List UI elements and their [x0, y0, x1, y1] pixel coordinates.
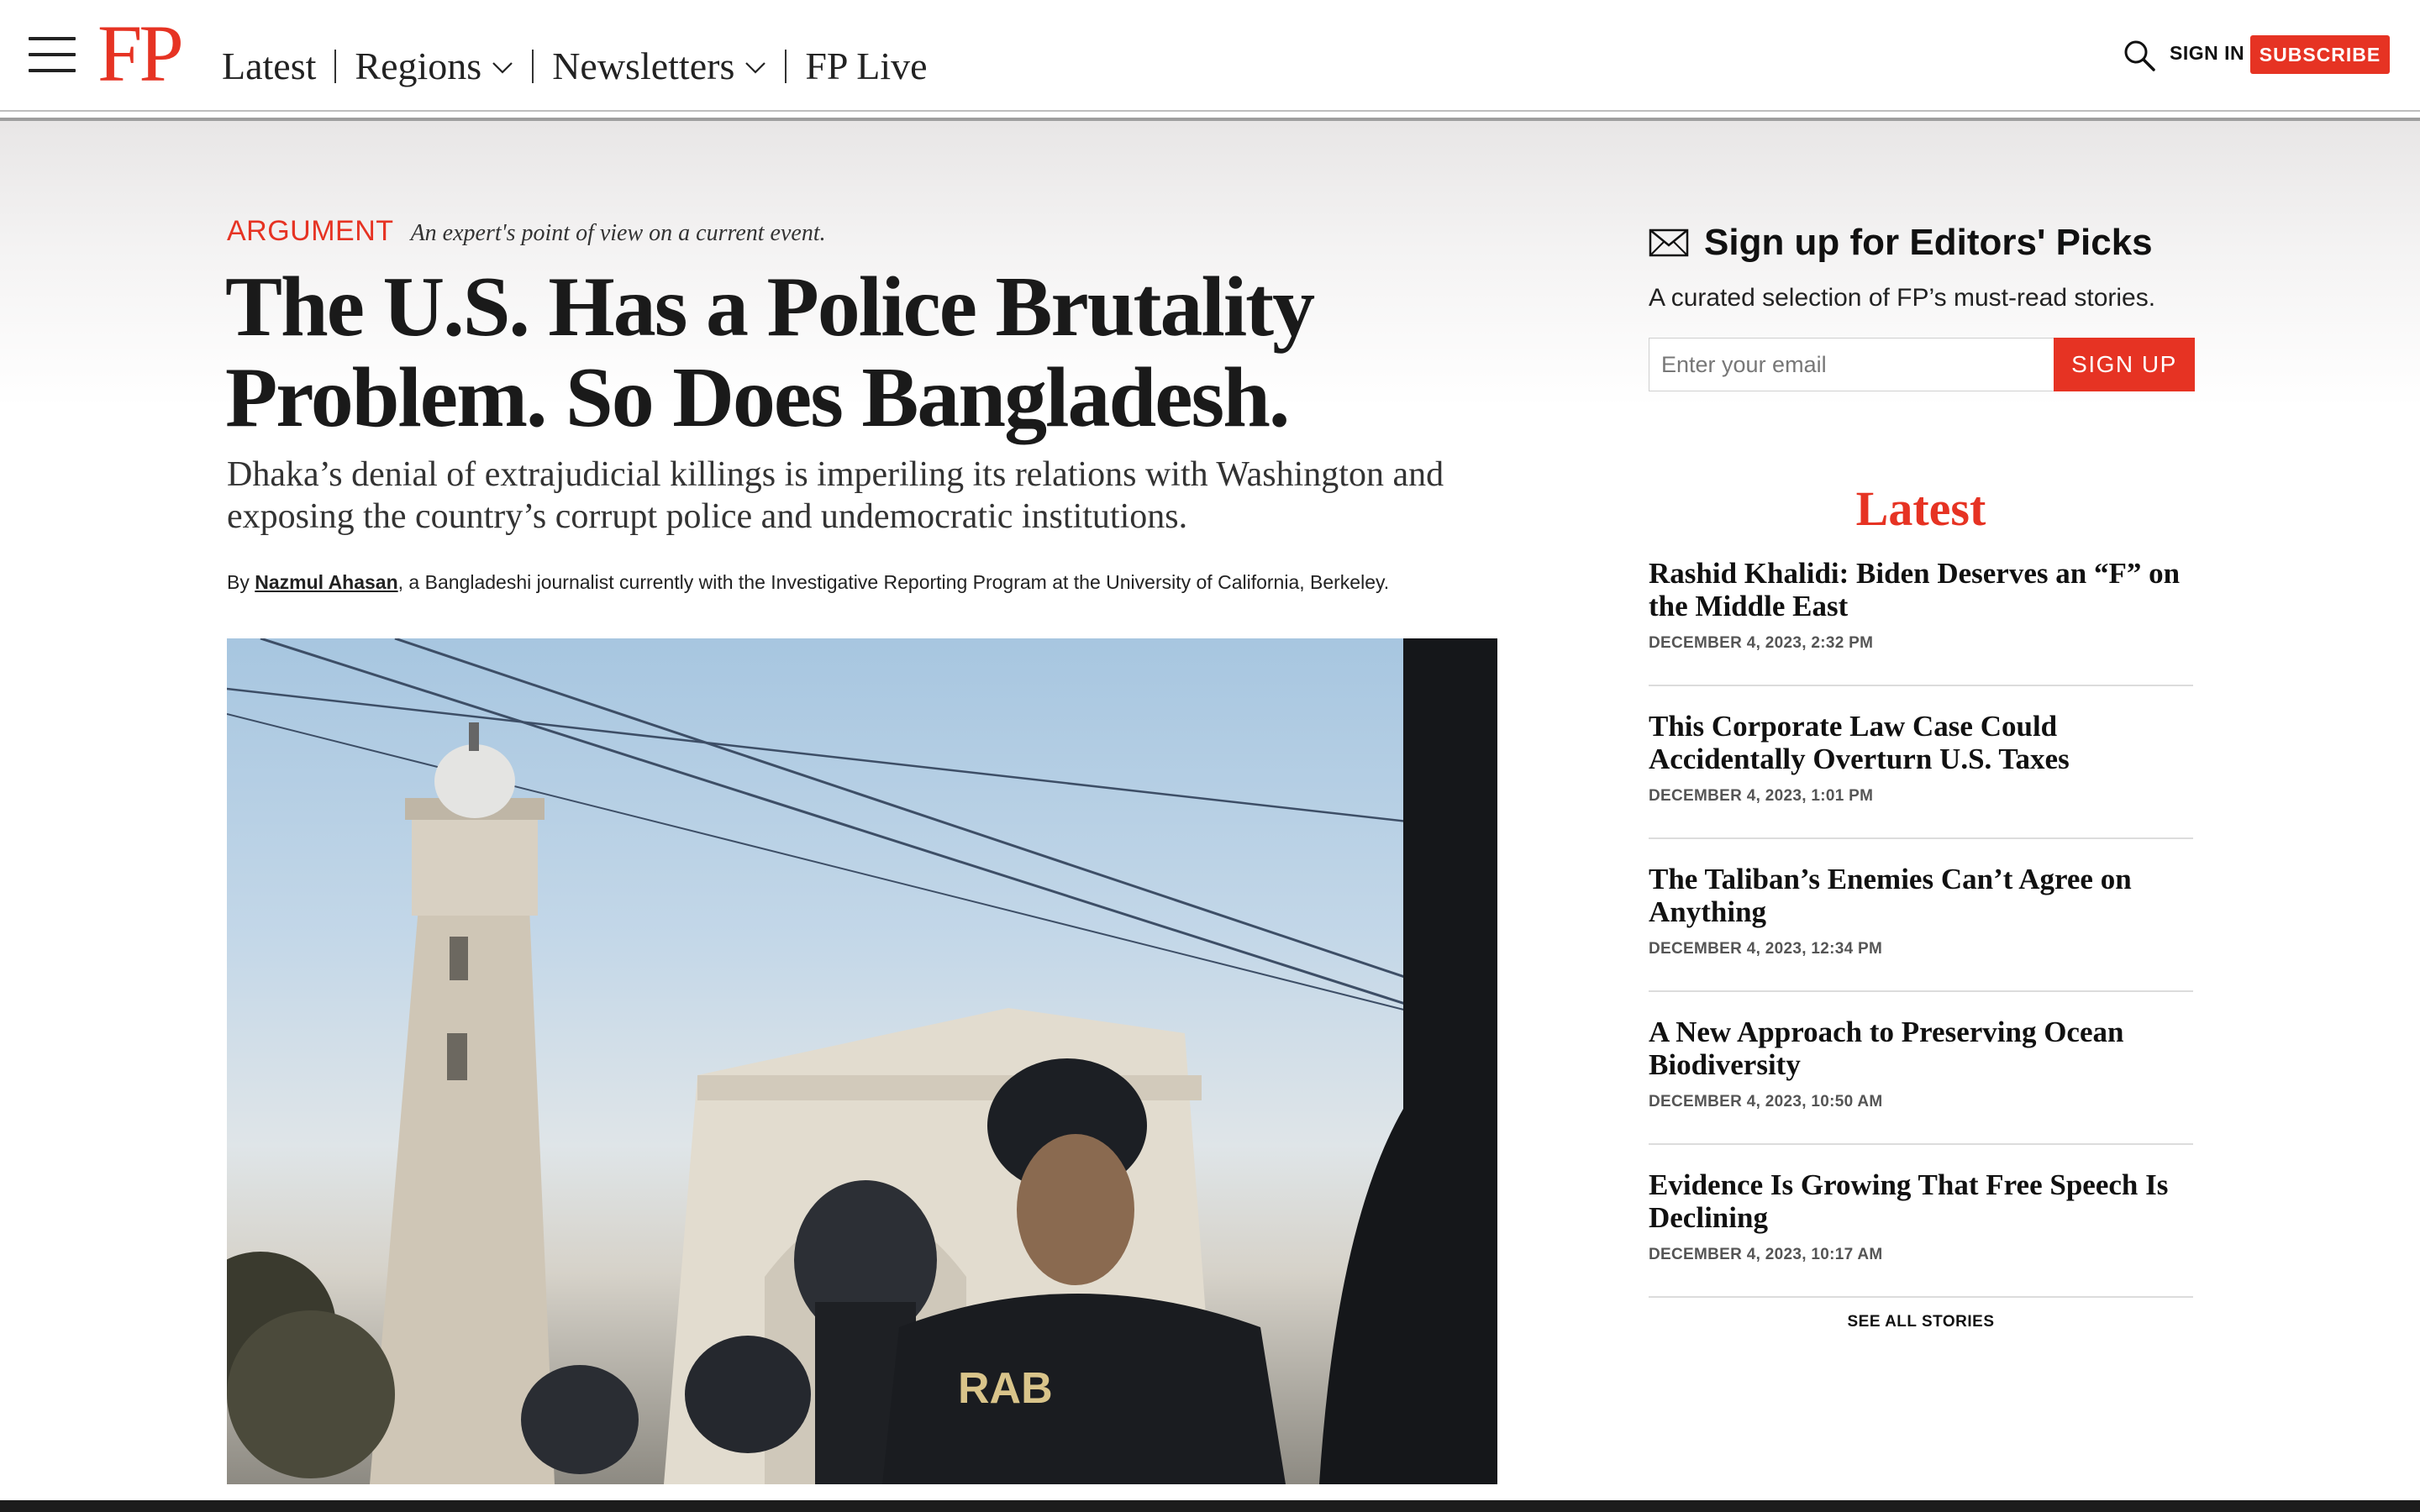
nav-divider [785, 49, 787, 83]
hero-image: RAB [227, 638, 1497, 1484]
article-kicker: ARGUMENT An expert's point of view on a … [227, 215, 826, 248]
story-date: DECEMBER 4, 2023, 10:50 AM [1649, 1093, 1883, 1110]
header-divider [0, 110, 2420, 112]
story-title-link[interactable]: This Corporate Law Case Could Accidental… [1649, 710, 2193, 775]
nav-item-newsletters[interactable]: Newsletters [552, 44, 766, 88]
kicker-label[interactable]: ARGUMENT [227, 215, 394, 248]
story-date: DECEMBER 4, 2023, 12:34 PM [1649, 940, 1883, 958]
rab-patch-text: RAB [958, 1364, 1053, 1413]
byline-bio: , a Bangladeshi journalist currently wit… [397, 571, 1390, 593]
nav-item-regions[interactable]: Regions [355, 44, 513, 88]
signup-title: Sign up for Editors' Picks [1704, 222, 2153, 263]
latest-stories: Latest Rashid Khalidi: Biden Deserves an… [1649, 480, 2193, 1331]
article-byline: By Nazmul Ahasan, a Bangladeshi journali… [227, 571, 1389, 594]
latest-list: Rashid Khalidi: Biden Deserves an “F” on… [1649, 557, 2193, 1298]
nav-divider [532, 49, 534, 83]
story-date: DECEMBER 4, 2023, 2:32 PM [1649, 634, 1874, 652]
chevron-down-icon [492, 61, 513, 74]
sign-up-button[interactable]: SIGN UP [2054, 338, 2195, 391]
nav-label: Newsletters [552, 45, 735, 87]
chevron-down-icon [745, 61, 766, 74]
site-header: FP Latest Regions Newsletters FP Live SI… [0, 0, 2420, 112]
email-field[interactable] [1649, 338, 2054, 391]
list-item: The Taliban’s Enemies Can’t Agree on Any… [1649, 863, 2193, 992]
article-dek: Dhaka’s denial of extrajudicial killings… [227, 455, 1444, 536]
story-title-link[interactable]: Rashid Khalidi: Biden Deserves an “F” on… [1649, 557, 2193, 622]
see-all-stories-link[interactable]: SEE ALL STORIES [1649, 1313, 2193, 1331]
story-date: DECEMBER 4, 2023, 10:17 AM [1649, 1246, 1883, 1263]
signup-title-row: Sign up for Editors' Picks [1649, 222, 2195, 264]
footer-bar [0, 1500, 2420, 1512]
latest-heading: Latest [1855, 481, 1986, 536]
menu-icon[interactable] [29, 37, 76, 72]
nav-item-fp-live[interactable]: FP Live [805, 44, 927, 88]
author-link[interactable]: Nazmul Ahasan [255, 571, 397, 593]
story-title-link[interactable]: Evidence Is Growing That Free Speech Is … [1649, 1168, 2193, 1234]
hero-photo-illustration: RAB [227, 638, 1497, 1484]
list-item: Rashid Khalidi: Biden Deserves an “F” on… [1649, 557, 2193, 686]
story-date: DECEMBER 4, 2023, 1:01 PM [1649, 787, 1874, 805]
nav-label: FP Live [805, 45, 928, 87]
kicker-description: An expert's point of view on a current e… [410, 220, 826, 246]
search-icon[interactable] [2123, 39, 2156, 72]
nav-label: Latest [222, 45, 317, 87]
fp-logo[interactable]: FP [97, 13, 184, 94]
main-nav: Latest Regions Newsletters FP Live [222, 44, 928, 88]
article-headline: The U.S. Has a Police Brutality Problem.… [225, 260, 1315, 445]
envelope-icon [1649, 228, 1689, 257]
list-item: This Corporate Law Case Could Accidental… [1649, 710, 2193, 839]
signup-subtitle: A curated selection of FP’s must-read st… [1649, 284, 2156, 312]
nav-item-latest[interactable]: Latest [222, 44, 316, 88]
story-title-link[interactable]: A New Approach to Preserving Ocean Biodi… [1649, 1016, 2193, 1081]
list-item: Evidence Is Growing That Free Speech Is … [1649, 1168, 2193, 1298]
nav-divider [334, 49, 337, 83]
sign-in-link[interactable]: SIGN IN [2170, 42, 2244, 65]
story-title-link[interactable]: The Taliban’s Enemies Can’t Agree on Any… [1649, 863, 2193, 928]
byline-prefix: By [227, 571, 255, 593]
signup-form: SIGN UP [1649, 338, 2195, 391]
subscribe-button[interactable]: SUBSCRIBE [2250, 35, 2390, 74]
list-item: A New Approach to Preserving Ocean Biodi… [1649, 1016, 2193, 1145]
nav-label: Regions [355, 45, 482, 87]
newsletter-signup: Sign up for Editors' Picks A curated sel… [1649, 222, 2195, 391]
